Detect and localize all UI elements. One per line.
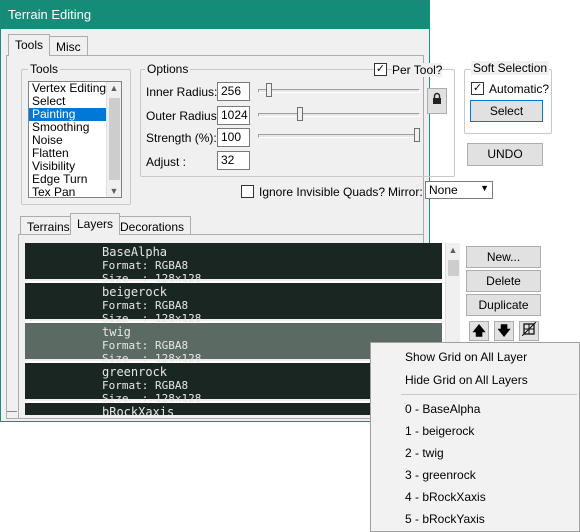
arrow-up-icon[interactable]: 🡅: [469, 321, 489, 341]
layer-format: Format: RGBA8: [102, 299, 189, 312]
window-titlebar[interactable]: Terrain Editing: [1, 1, 429, 29]
layer-name: beigerock: [102, 285, 168, 299]
layer-name: bRockXaxis: [102, 405, 175, 415]
tab-misc-label: Misc: [56, 40, 81, 54]
arrow-down-icon[interactable]: 🡇: [494, 321, 514, 341]
layer-format: Format: RGBA8: [102, 379, 189, 392]
adjust-input[interactable]: 32: [217, 151, 250, 170]
outer-radius-slider-track[interactable]: [258, 113, 420, 117]
undo-button[interactable]: UNDO: [467, 143, 543, 166]
menu-item-layer[interactable]: 4 - bRockXaxis: [405, 490, 486, 504]
ignore-invisible-checkbox[interactable]: [241, 185, 254, 198]
lock-button[interactable]: [427, 88, 447, 114]
tab-decorations[interactable]: Decorations: [113, 216, 192, 235]
soft-selection-title: Soft Selection: [471, 61, 550, 75]
inner-radius-slider-track[interactable]: [258, 89, 420, 93]
layer-format: Format: RGBA8: [102, 339, 189, 352]
strength-label: Strength (%):: [146, 131, 217, 145]
new-layer-button[interactable]: New...: [466, 246, 541, 268]
tab-tools[interactable]: Tools: [8, 34, 51, 56]
outer-radius-label: Outer Radius:: [146, 109, 221, 123]
menu-item-hide-grid-all[interactable]: Hide Grid on All Layers: [405, 373, 528, 387]
strength-slider-thumb[interactable]: [414, 128, 420, 142]
tab-tools-label: Tools: [15, 38, 44, 52]
lock-icon: [433, 92, 441, 104]
scroll-up-icon[interactable]: ▲: [107, 83, 121, 93]
select-button[interactable]: Select: [470, 100, 543, 122]
tools-scrollbar[interactable]: ▲ ▼: [106, 82, 121, 197]
tab-misc[interactable]: Misc: [49, 36, 88, 55]
ignore-invisible-label: Ignore Invisible Quads?: [259, 185, 386, 199]
layer-name: twig: [102, 325, 131, 339]
strength-slider-track[interactable]: [258, 134, 420, 138]
layer-row[interactable]: BaseAlpha Format: RGBA8 Size : 128x128: [25, 243, 442, 285]
menu-item-show-grid-all[interactable]: Show Grid on All Layer: [405, 350, 527, 364]
mirror-value: None: [429, 183, 458, 197]
mirror-label: Mirror:: [388, 185, 423, 199]
layer-row[interactable]: beigerock Format: RGBA8 Size : 128x128: [25, 283, 442, 325]
terrain-editing-window: Terrain Editing Tools Misc Tools Vertex …: [0, 0, 552, 422]
per-tool-checkbox[interactable]: ✓: [374, 63, 387, 76]
tab-terrains[interactable]: Terrains: [20, 216, 77, 235]
tab-decorations-label: Decorations: [120, 220, 185, 234]
per-tool-label: Per Tool?: [392, 63, 443, 77]
context-menu: Show Grid on All Layer Hide Grid on All …: [370, 342, 580, 532]
tab-terrains-label: Terrains: [27, 220, 70, 234]
adjust-label: Adjust :: [146, 155, 187, 169]
automatic-label: Automatic?: [489, 82, 550, 96]
layer-format: Format: RGBA8: [102, 259, 189, 272]
resize-grip: [7, 411, 17, 412]
tools-listbox[interactable]: Vertex Editing Select Painting Smoothing…: [28, 81, 122, 198]
menu-item-layer[interactable]: 2 - twig: [405, 446, 444, 460]
delete-layer-button[interactable]: Delete: [466, 270, 541, 292]
grid-icon[interactable]: [519, 321, 539, 341]
menu-item-layer[interactable]: 3 - greenrock: [405, 468, 476, 482]
outer-radius-slider-thumb[interactable]: [297, 107, 303, 121]
tools-group-title: Tools: [28, 62, 61, 76]
menu-separator: [401, 394, 577, 395]
mirror-select[interactable]: None ▼: [425, 181, 493, 199]
layer-name: greenrock: [102, 365, 168, 379]
tab-layers-label: Layers: [77, 217, 114, 231]
grid-glyph: [521, 321, 537, 337]
strength-input[interactable]: 100: [217, 128, 250, 147]
menu-item-layer[interactable]: 1 - beigerock: [405, 424, 474, 438]
duplicate-layer-button[interactable]: Duplicate: [466, 294, 541, 316]
tab-layers[interactable]: Layers: [70, 213, 121, 235]
chevron-down-icon: ▼: [480, 183, 489, 193]
scroll-down-icon[interactable]: ▼: [107, 186, 121, 196]
menu-item-layer[interactable]: 5 - bRockYaxis: [405, 512, 485, 526]
scroll-thumb[interactable]: [109, 98, 120, 180]
scroll-thumb[interactable]: [448, 260, 459, 276]
outer-radius-input[interactable]: 1024: [217, 106, 250, 125]
layer-name: BaseAlpha: [102, 245, 168, 259]
options-group-title: Options: [145, 62, 191, 76]
scroll-up-icon[interactable]: ▲: [446, 245, 460, 255]
inner-radius-input[interactable]: 256: [217, 82, 250, 101]
window-title: Terrain Editing: [8, 7, 92, 22]
inner-radius-label: Inner Radius:: [146, 85, 218, 99]
automatic-checkbox[interactable]: ✓: [471, 82, 484, 95]
inner-radius-slider-thumb[interactable]: [266, 83, 272, 97]
menu-item-layer[interactable]: 0 - BaseAlpha: [405, 402, 480, 416]
